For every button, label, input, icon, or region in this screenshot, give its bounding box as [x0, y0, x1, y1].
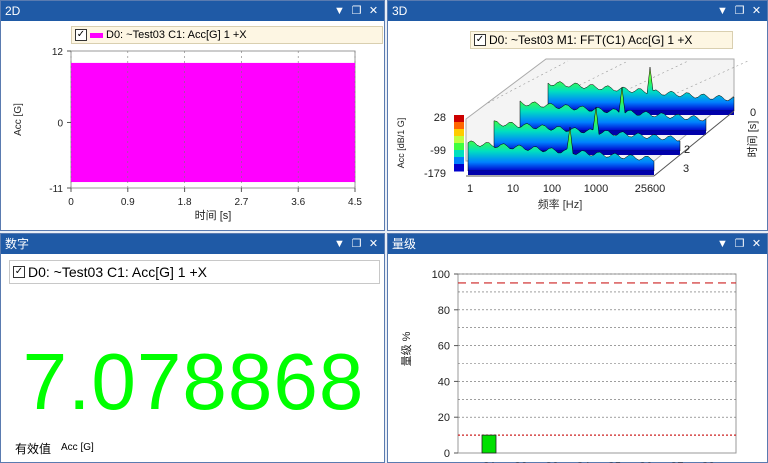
- x-tick-label: 0.9: [121, 197, 135, 208]
- x-tick-label: 1000: [584, 183, 608, 195]
- colorbar-segment: [454, 150, 464, 158]
- y-tick-label: 60: [438, 341, 450, 353]
- z-tick-label: 0: [750, 107, 756, 119]
- level-bar-c1: [481, 434, 497, 454]
- panel-digital-title: 数字: [5, 237, 30, 251]
- colorbar-tick-label: 28: [434, 112, 446, 124]
- panel-digital-titlebar[interactable]: 数字 ▼ ❐ ✕: [1, 234, 384, 254]
- x-tick-label: 3.6: [291, 197, 305, 208]
- y-axis-label: 量级 %: [400, 331, 413, 366]
- close-icon[interactable]: ✕: [365, 1, 382, 21]
- maximize-icon[interactable]: ❐: [348, 1, 365, 21]
- colorbar-label: Acc [dB/1 G]: [396, 118, 406, 169]
- chart-3d[interactable]: 28 -99 -179 Acc [dB/1 G] 1 10 100 1000 25600 频率 […: [388, 21, 767, 231]
- footer-unit: Acc [G]: [61, 442, 94, 453]
- y-tick-label: 100: [432, 269, 450, 281]
- y-tick-label: 0: [57, 118, 63, 129]
- x-tick-label: 2.7: [234, 197, 248, 208]
- close-icon[interactable]: ✕: [748, 234, 765, 254]
- legend-checkbox[interactable]: ✓: [13, 266, 25, 278]
- waterfall-slice-base: [468, 171, 654, 175]
- x-tick-label: 1: [467, 183, 473, 195]
- x-tick-label: 1.8: [178, 197, 192, 208]
- x-tick-label: 0: [68, 197, 74, 208]
- panel-2d-titlebar[interactable]: 2D ▼ ❐ ✕: [1, 1, 384, 21]
- x-tick-label: 25600: [635, 183, 666, 195]
- colorbar-segment: [454, 143, 464, 151]
- y-tick-label: 0: [444, 448, 450, 460]
- y-tick-label: 12: [52, 47, 64, 58]
- colorbar-segment: [454, 136, 464, 144]
- signal-area: [71, 62, 355, 183]
- z-tick-label: 3: [683, 163, 689, 175]
- close-icon[interactable]: ✕: [365, 234, 382, 254]
- y-tick-label: 80: [438, 305, 450, 317]
- colorbar-segment: [454, 157, 464, 165]
- digital-value: 7.078868: [22, 337, 365, 426]
- panel-level-body: 100806040200C1C2C3C4C5C6C7C8量级 %: [388, 254, 767, 463]
- x-axis-label: 时间 [s]: [195, 209, 232, 222]
- panel-2d-title: 2D: [5, 4, 21, 18]
- x-tick-label: 100: [543, 183, 561, 195]
- panel-3d-titlebar[interactable]: 3D ▼ ❐ ✕: [388, 1, 767, 21]
- dropdown-icon[interactable]: ▼: [714, 234, 731, 254]
- maximize-icon[interactable]: ❐: [348, 234, 365, 254]
- panel-level: 量级 ▼ ❐ ✕ 100806040200C1C2C3C4C5C6C7C8量级 …: [387, 233, 768, 463]
- dropdown-icon[interactable]: ▼: [331, 234, 348, 254]
- panel-3d-body: ✓ D0: ~Test03 M1: FFT(C1) Acc[G] 1 +X 28…: [388, 21, 767, 230]
- panel-level-titlebar[interactable]: 量级 ▼ ❐ ✕: [388, 234, 767, 254]
- maximize-icon[interactable]: ❐: [731, 1, 748, 21]
- z-tick-label: 2: [684, 144, 690, 156]
- y-tick-label: 40: [438, 376, 450, 388]
- close-icon[interactable]: ✕: [748, 1, 765, 21]
- panel-2d: 2D ▼ ❐ ✕ ✓ D0: ~Test03 C1: Acc[G] 1 +X 0…: [0, 0, 385, 231]
- panel-digital-body: ✓ D0: ~Test03 C1: Acc[G] 1 +X 7.078868 有…: [1, 254, 384, 462]
- panel-3d-title: 3D: [392, 4, 408, 18]
- legend-digital-label: D0: ~Test03 C1: Acc[G] 1 +X: [28, 264, 207, 280]
- dropdown-icon[interactable]: ▼: [331, 1, 348, 21]
- y-tick-label: 20: [438, 412, 450, 424]
- maximize-icon[interactable]: ❐: [731, 234, 748, 254]
- z-axis-label: 时间 [s]: [746, 121, 759, 158]
- dropdown-icon[interactable]: ▼: [714, 1, 731, 21]
- panel-level-title: 量级: [392, 237, 417, 251]
- colorbar-segment: [454, 164, 464, 172]
- legend-digital[interactable]: ✓ D0: ~Test03 C1: Acc[G] 1 +X: [9, 260, 380, 284]
- x-axis-label: 频率 [Hz]: [538, 197, 583, 211]
- x-tick-label: 10: [507, 183, 519, 195]
- colorbar-segment: [454, 122, 464, 130]
- x-tick-label: 4.5: [348, 197, 362, 208]
- colorbar-segment: [454, 129, 464, 137]
- panel-3d: 3D ▼ ❐ ✕ ✓ D0: ~Test03 M1: FFT(C1) Acc[G…: [387, 0, 768, 231]
- chart-2d[interactable]: 0 0.9 1.8 2.7 3.6 4.5 12 0 -11 时间 [s] Acc [G]: [1, 21, 384, 231]
- panel-digital: 数字 ▼ ❐ ✕ ✓ D0: ~Test03 C1: Acc[G] 1 +X 7…: [0, 233, 385, 463]
- footer-label: 有效值: [15, 442, 52, 456]
- colorbar-segment: [454, 115, 464, 123]
- colorbar-tick-label: -179: [424, 168, 446, 180]
- y-axis-label: Acc [G]: [13, 103, 24, 136]
- chart-level[interactable]: 100806040200C1C2C3C4C5C6C7C8量级 %: [388, 254, 767, 463]
- y-tick-label: -11: [49, 184, 63, 195]
- colorbar-tick-label: -99: [430, 145, 446, 157]
- panel-2d-body: ✓ D0: ~Test03 C1: Acc[G] 1 +X 0 0.9 1.8 2.7…: [1, 21, 384, 230]
